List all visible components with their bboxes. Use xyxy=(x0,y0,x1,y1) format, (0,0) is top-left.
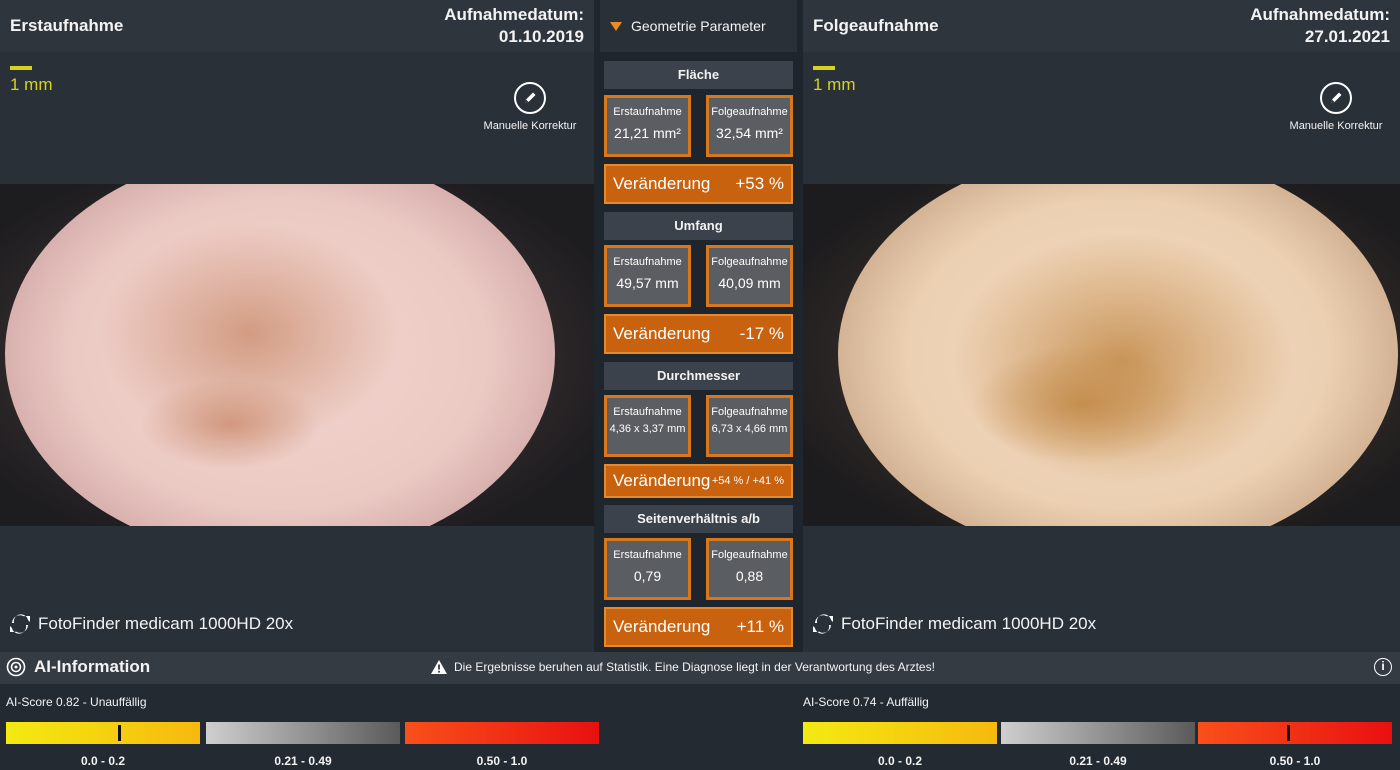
manual-correction-label: Manuelle Korrektur xyxy=(1289,120,1383,132)
first-image-date: Aufnahmedatum: 01.10.2019 xyxy=(444,4,584,48)
first-image-header: Erstaufnahme Aufnahmedatum: 01.10.2019 xyxy=(0,0,594,52)
range-label-mid: 0.21 - 0.49 xyxy=(274,754,332,768)
pencil-icon xyxy=(514,82,546,114)
follow-ai-score: AI-Score 0.74 - Auffällig 0.0 - 0.2 0.21… xyxy=(700,684,1400,770)
area-values: Erstaufnahme 21,21 mm² Folgeaufnahme 32,… xyxy=(604,95,793,157)
pencil-icon xyxy=(1320,82,1352,114)
ai-information-title: AI-Information xyxy=(34,657,151,676)
diameter-values: Erstaufnahme 4,36 x 3,37 mm Folgeaufnahm… xyxy=(604,395,793,457)
geometry-header[interactable]: Geometrie Parameter xyxy=(600,0,797,52)
geometry-title: Geometrie Parameter xyxy=(631,18,766,34)
score-marker xyxy=(118,725,121,741)
geometry-parameters: Geometrie Parameter Fläche Erstaufnahme … xyxy=(600,0,797,652)
first-image-title: Erstaufnahme xyxy=(10,16,124,35)
ai-score-label: AI-Score 0.82 - Unauffällig xyxy=(6,695,147,709)
date-value: 27.01.2021 xyxy=(1304,27,1390,46)
score-marker-track xyxy=(0,722,700,744)
section-title-aspect-ratio: Seitenverhältnis a/b xyxy=(604,505,793,533)
range-label-high: 0.50 - 1.0 xyxy=(476,754,528,768)
range-label-low: 0.0 - 0.2 xyxy=(877,754,923,768)
perimeter-change: Veränderung -17 % xyxy=(604,314,793,354)
scale-label: 1 mm xyxy=(813,75,856,94)
area-change: Veränderung +53 % xyxy=(604,164,793,204)
scale-bar xyxy=(813,66,835,70)
ai-information-header[interactable]: AI-Information xyxy=(6,657,150,677)
range-label-high: 0.50 - 1.0 xyxy=(1269,754,1321,768)
score-marker xyxy=(1287,725,1290,741)
first-image-panel: Erstaufnahme Aufnahmedatum: 01.10.2019 1… xyxy=(0,0,594,652)
aspect-ratio-change: Veränderung +11 % xyxy=(604,607,793,647)
ai-score-label: AI-Score 0.74 - Auffällig xyxy=(803,695,929,709)
score-marker-track xyxy=(700,722,1400,744)
info-icon[interactable]: i xyxy=(1374,658,1392,676)
aspect-follow-box: Folgeaufnahme 0,88 xyxy=(706,538,793,600)
area-first-box: Erstaufnahme 21,21 mm² xyxy=(604,95,691,157)
sync-icon[interactable] xyxy=(811,612,835,636)
manual-correction-button[interactable]: Manuelle Korrektur xyxy=(480,82,580,132)
follow-dermoscopy-image[interactable] xyxy=(803,184,1400,526)
date-value: 01.10.2019 xyxy=(498,27,584,46)
ai-disclaimer-text: Die Ergebnisse beruhen auf Statistik. Ei… xyxy=(454,660,935,674)
collapse-triangle-icon xyxy=(610,21,622,31)
follow-image-header: Folgeaufnahme Aufnahmedatum: 27.01.2021 xyxy=(803,0,1400,52)
camera-device: FotoFinder medicam 1000HD 20x xyxy=(8,612,293,636)
device-label: FotoFinder medicam 1000HD 20x xyxy=(841,614,1097,633)
follow-image-date: Aufnahmedatum: 27.01.2021 xyxy=(1250,4,1390,48)
device-label: FotoFinder medicam 1000HD 20x xyxy=(38,614,294,633)
perimeter-follow-box: Folgeaufnahme 40,09 mm xyxy=(706,245,793,307)
date-label: Aufnahmedatum: xyxy=(444,5,584,24)
section-title-perimeter: Umfang xyxy=(604,212,793,240)
aspect-ratio-values: Erstaufnahme 0,79 Folgeaufnahme 0,88 xyxy=(604,538,793,600)
first-dermoscopy-image[interactable] xyxy=(0,184,594,526)
scale-label: 1 mm xyxy=(10,75,53,94)
diameter-first-box: Erstaufnahme 4,36 x 3,37 mm xyxy=(604,395,691,457)
scale-bar xyxy=(10,66,32,70)
diameter-change: Veränderung +54 % / +41 % xyxy=(604,464,793,498)
camera-device: FotoFinder medicam 1000HD 20x xyxy=(811,612,1096,636)
perimeter-first-box: Erstaufnahme 49,57 mm xyxy=(604,245,691,307)
manual-correction-button[interactable]: Manuelle Korrektur xyxy=(1286,82,1386,132)
range-label-mid: 0.21 - 0.49 xyxy=(1069,754,1127,768)
follow-image-panel: Folgeaufnahme Aufnahmedatum: 27.01.2021 … xyxy=(803,0,1400,652)
range-label-low: 0.0 - 0.2 xyxy=(80,754,126,768)
date-label: Aufnahmedatum: xyxy=(1250,5,1390,24)
warning-icon xyxy=(431,660,447,674)
section-title-area: Fläche xyxy=(604,61,793,89)
aspect-first-box: Erstaufnahme 0,79 xyxy=(604,538,691,600)
ai-logo-icon xyxy=(6,657,26,677)
ai-disclaimer: Die Ergebnisse beruhen auf Statistik. Ei… xyxy=(430,659,935,675)
perimeter-values: Erstaufnahme 49,57 mm Folgeaufnahme 40,0… xyxy=(604,245,793,307)
manual-correction-label: Manuelle Korrektur xyxy=(483,120,577,132)
first-ai-score: AI-Score 0.82 - Unauffällig 0.0 - 0.2 0.… xyxy=(0,684,700,770)
follow-image-title: Folgeaufnahme xyxy=(813,16,939,35)
section-title-diameter: Durchmesser xyxy=(604,362,793,390)
area-follow-box: Folgeaufnahme 32,54 mm² xyxy=(706,95,793,157)
ai-information-bar: AI-Information Die Ergebnisse beruhen au… xyxy=(0,652,1400,684)
diameter-follow-box: Folgeaufnahme 6,73 x 4,66 mm xyxy=(706,395,793,457)
sync-icon[interactable] xyxy=(8,612,32,636)
